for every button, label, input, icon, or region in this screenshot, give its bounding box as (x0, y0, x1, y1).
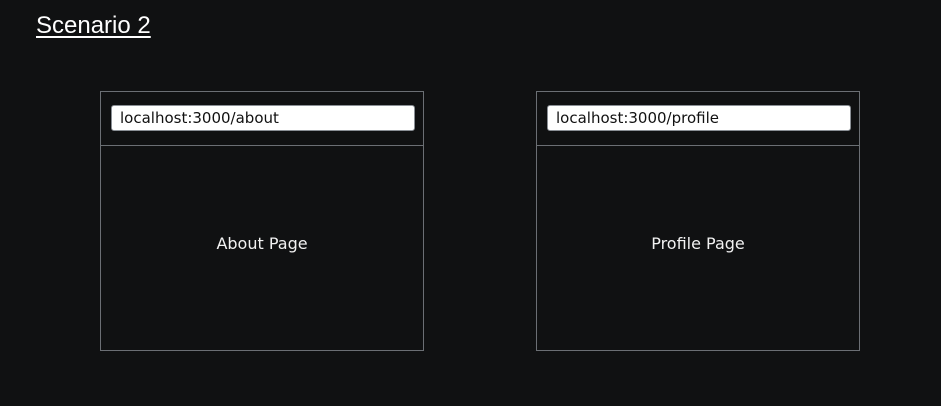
browser-window-about: localhost:3000/about About Page (100, 91, 424, 351)
browser-toolbar: localhost:3000/about (101, 92, 423, 146)
scenario-title: Scenario 2 (36, 12, 151, 39)
page-viewport: Profile Page (537, 146, 859, 350)
browser-toolbar: localhost:3000/profile (537, 92, 859, 146)
page-label: Profile Page (651, 233, 745, 253)
address-bar[interactable]: localhost:3000/profile (547, 105, 851, 131)
address-bar[interactable]: localhost:3000/about (111, 105, 415, 131)
page-viewport: About Page (101, 146, 423, 350)
browser-window-profile: localhost:3000/profile Profile Page (536, 91, 860, 351)
page-label: About Page (216, 233, 308, 253)
